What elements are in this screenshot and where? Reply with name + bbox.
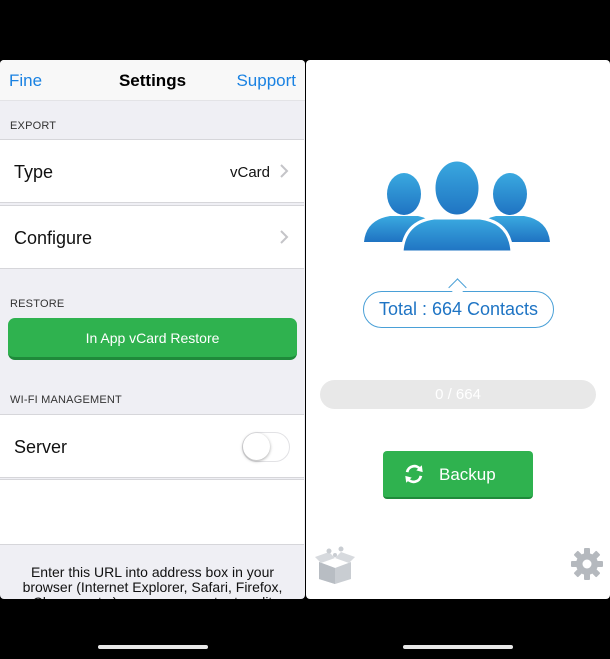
backup-button[interactable]: Backup xyxy=(383,451,533,499)
backup-screen: Total : 664 Contacts 0 / 664 Backup xyxy=(306,60,610,599)
type-value: vCard xyxy=(229,164,270,181)
box-icon[interactable] xyxy=(315,546,355,584)
server-cell: Server xyxy=(0,414,304,478)
section-header-wifi: WI-FI MANAGEMENT xyxy=(10,394,122,406)
support-button[interactable]: Support xyxy=(236,71,296,91)
server-toggle[interactable] xyxy=(242,432,290,462)
url-cell xyxy=(0,479,304,545)
toggle-knob xyxy=(243,433,270,460)
total-contacts-badge: Total : 664 Contacts xyxy=(363,291,554,328)
section-header-export: EXPORT xyxy=(10,120,57,132)
backup-progress-bar: 0 / 664 xyxy=(320,380,596,409)
section-header-restore: RESTORE xyxy=(10,298,65,310)
type-label: Type xyxy=(14,162,54,182)
configure-label: Configure xyxy=(14,228,93,248)
home-indicator-left xyxy=(98,645,208,649)
contacts-group-icon xyxy=(364,160,550,254)
home-indicator-right xyxy=(403,645,513,649)
navigation-bar: Fine Settings Support xyxy=(0,60,305,101)
settings-screen: Fine Settings Support EXPORT Type vCard … xyxy=(0,60,305,599)
chevron-right-icon xyxy=(280,230,289,244)
configure-cell[interactable]: Configure xyxy=(0,205,304,269)
chevron-right-icon xyxy=(280,164,289,178)
gear-icon[interactable] xyxy=(571,548,603,580)
refresh-icon xyxy=(405,464,423,484)
server-label: Server xyxy=(14,437,68,457)
progress-text: 0 / 664 xyxy=(435,386,481,403)
backup-label: Backup xyxy=(439,465,496,484)
in-app-restore-button[interactable]: In App vCard Restore xyxy=(8,318,297,360)
type-cell[interactable]: Type vCard xyxy=(0,139,304,203)
url-instructions: Enter this URL into address box in your … xyxy=(22,564,283,600)
